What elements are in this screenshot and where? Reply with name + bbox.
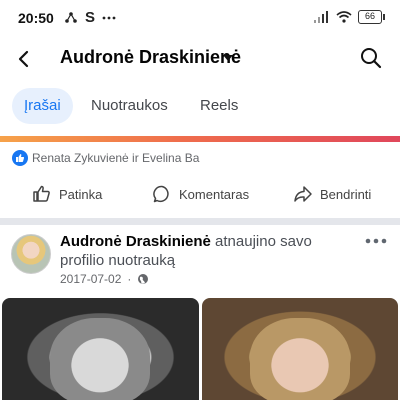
share-icon [65,11,77,23]
profile-header: Audronė Draskinienė [0,38,400,82]
ellipsis-icon [102,16,116,19]
status-right-icons: 66 [314,10,385,24]
tab-nuotraukos[interactable]: Nuotraukos [91,88,168,124]
avatar[interactable] [11,234,51,274]
status-time: 20:50 [18,10,54,26]
like-label: Patinka [59,186,103,202]
share-label: Bendrinti [320,186,372,202]
post-header: Audronė Draskinienė atnaujino savo profi… [0,226,400,296]
profile-photo-bw[interactable] [2,298,199,400]
more-options-icon[interactable] [364,234,388,248]
profile-photo-color[interactable] [202,298,398,400]
profile-tabs: Įrašai Nuotraukos Reels [0,88,400,126]
signal-icon [314,11,328,23]
comment-label: Komentaras [179,186,250,202]
tab-irasai[interactable]: Įrašai [12,88,73,124]
reactions-summary[interactable]: Renata Zykuvienė ir Evelina Ba [12,150,199,166]
comment-icon [153,185,169,203]
reactions-text: Renata Zykuvienė ir Evelina Ba [32,151,200,165]
post-date[interactable]: 2017-07-02 [60,272,121,286]
story-gradient-divider [0,136,400,142]
like-button[interactable]: Patinka [32,184,102,204]
status-left-icons: S [64,9,116,26]
post-actions-bar: Patinka Komentaras Bendrinti [0,176,400,216]
post-photos [0,298,400,400]
wifi-icon [336,11,352,23]
meta-separator: · [127,272,132,286]
post-author[interactable]: Audronė Draskinienė [60,233,211,250]
profile-name[interactable]: Audronė Draskinienė [60,47,241,68]
tab-reels[interactable]: Reels [200,88,238,124]
chevron-down-icon[interactable] [221,51,235,65]
post-title: Audronė Draskinienė atnaujino savo profi… [60,232,360,270]
s-icon: S [85,9,96,26]
post-meta: 2017-07-02 · [60,272,149,286]
face-shape [50,318,150,400]
battery-indicator: 66 [358,10,385,24]
feed-separator [0,218,400,225]
search-icon[interactable] [358,45,384,71]
status-bar: 20:50 S 66 [0,0,400,38]
back-arrow-icon[interactable] [12,46,38,72]
share-arrow-icon [294,186,312,202]
thumbs-up-icon [33,185,50,202]
globe-icon [138,274,149,284]
comment-button[interactable]: Komentaras [152,184,249,204]
like-badge-icon [12,150,28,166]
share-button[interactable]: Bendrinti [293,184,371,204]
face-shape [250,318,350,400]
